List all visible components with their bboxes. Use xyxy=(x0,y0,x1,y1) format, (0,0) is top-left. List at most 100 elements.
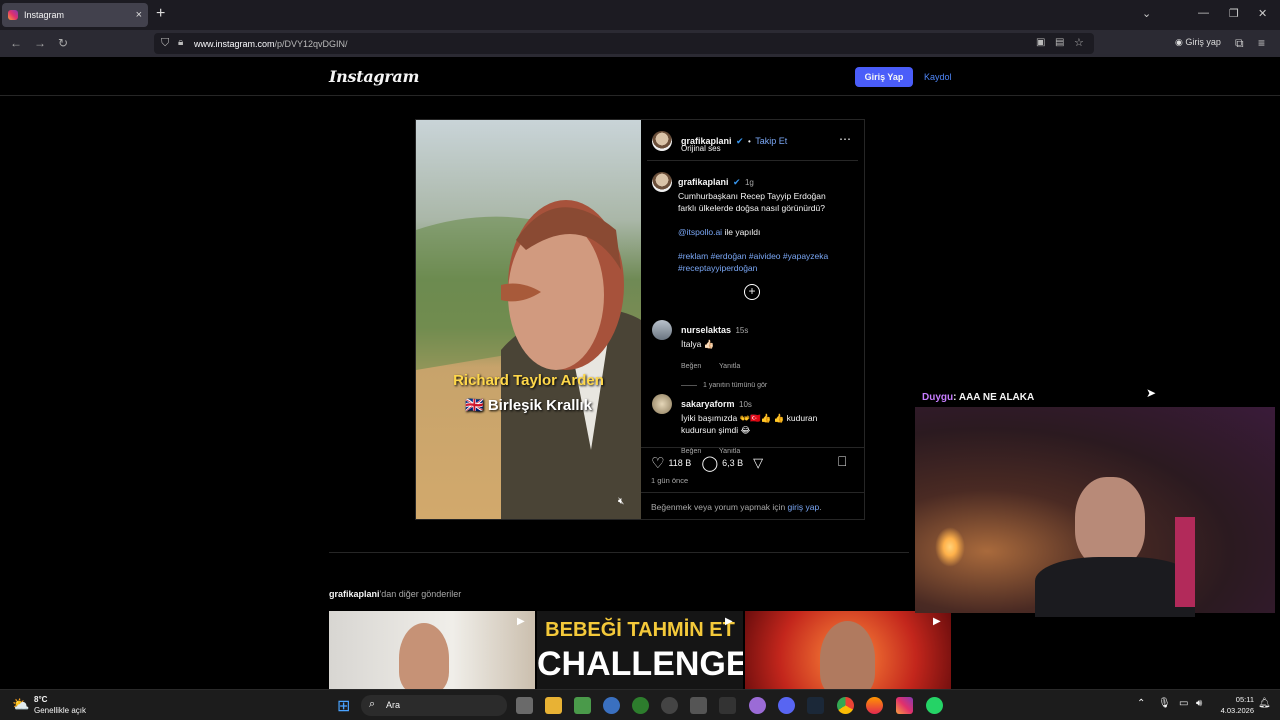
browser-tab[interactable]: Instagram × xyxy=(2,3,148,27)
extensions-icon[interactable]: ⧉ xyxy=(1235,36,1244,51)
start-icon[interactable]: ⊞ xyxy=(337,696,350,716)
instagram-logo[interactable]: Instagram xyxy=(329,67,419,86)
steam-icon[interactable] xyxy=(807,697,824,714)
notepad-icon[interactable] xyxy=(574,697,591,714)
account-signin[interactable]: ◉ Giriş yap xyxy=(1175,37,1221,48)
window-close-icon[interactable]: ✕ xyxy=(1258,7,1267,20)
volume-icon[interactable]: 🔊︎ xyxy=(1196,698,1202,709)
forward-icon[interactable]: → xyxy=(34,36,46,50)
reel-icon: ▶ xyxy=(725,616,733,627)
comment-1-view-replies[interactable]: 1 yanıtın tümünü gör xyxy=(703,382,767,389)
weather-icon[interactable]: ⛅ xyxy=(12,696,29,713)
windows-taskbar: ⛅ 8°C Genellikle açık ⊞ ⌕ Ara ⌃ 🎙︎ ▭ 🔊︎ … xyxy=(0,689,1280,720)
share-icon[interactable]: ▽ xyxy=(753,455,763,471)
tab-close-icon[interactable]: × xyxy=(136,9,142,21)
whatsapp-icon[interactable] xyxy=(926,697,943,714)
picture-in-picture-icon[interactable]: ▣ xyxy=(1036,37,1045,48)
prompt-divider xyxy=(641,492,864,493)
reader-view-icon[interactable]: ▤ xyxy=(1055,37,1064,48)
discord-icon[interactable] xyxy=(778,697,795,714)
app-purple-icon[interactable] xyxy=(749,697,766,714)
task-view-icon[interactable] xyxy=(516,697,533,714)
likes-count[interactable]: 118 B xyxy=(668,458,691,468)
comment-1-avatar[interactable] xyxy=(652,320,672,340)
instagram-app-icon[interactable] xyxy=(896,697,913,714)
capcut-icon[interactable] xyxy=(719,697,736,714)
taskbar-search[interactable]: ⌕ Ara xyxy=(361,695,507,716)
lock-icon[interactable]: 🔒︎ xyxy=(178,37,183,48)
reload-icon[interactable]: ↻ xyxy=(58,36,68,50)
menu-icon[interactable]: ≡ xyxy=(1258,36,1265,50)
comment-2-text: İyiki başımızda 👐🇹🇷👍 👍 kuduran xyxy=(681,413,818,423)
app-icon[interactable] xyxy=(690,697,707,714)
settings-icon[interactable] xyxy=(603,697,620,714)
signup-link[interactable]: Kaydol xyxy=(924,72,952,82)
restore-icon[interactable]: ❐ xyxy=(1229,7,1239,20)
caption: grafikaplani ✔ 1g Cumhurbaşkanı Recep Ta… xyxy=(678,172,858,274)
post-sidebar: grafikaplani ✔ • Takip Et Orijinal ses ⋯… xyxy=(641,120,864,519)
caption-time: 1g xyxy=(744,178,754,187)
comment-2-user[interactable]: sakaryaform xyxy=(681,399,735,409)
comment-2-avatar[interactable] xyxy=(652,394,672,414)
network-icon[interactable]: ▭ xyxy=(1179,698,1188,709)
stream-chat-message: Duygu: AAA NE ALAKA xyxy=(922,392,1034,403)
reel-icon: ▶ xyxy=(517,616,525,627)
caption-author[interactable]: grafikaplani xyxy=(678,177,729,187)
replies-line xyxy=(681,385,697,386)
audio-label[interactable]: Orijinal ses xyxy=(681,144,721,153)
divider xyxy=(647,160,858,161)
comment-icon[interactable]: ◯ xyxy=(701,454,718,472)
login-prompt-link[interactable]: giriş yap xyxy=(788,502,820,512)
post-video[interactable]: Richard Taylor Arden 🇬🇧 Birleşik Krallık… xyxy=(416,120,641,519)
caption-avatar[interactable] xyxy=(652,172,672,192)
login-prompt: Beğenmek veya yorum yapmak için giriş ya… xyxy=(651,502,822,512)
headset-app-icon[interactable] xyxy=(632,697,649,714)
clock-time[interactable]: 05:11 xyxy=(1216,695,1254,704)
more-post-thumb-2[interactable]: BEBEĞİ TAHMİN ET CHALLENGE ▶ xyxy=(537,611,743,689)
obs-icon[interactable] xyxy=(661,697,678,714)
follow-button[interactable]: Takip Et xyxy=(755,136,787,146)
more-posts-suffix: 'dan diğer gönderiler xyxy=(379,589,462,599)
chrome-icon[interactable] xyxy=(837,697,854,714)
minimize-icon[interactable]: — xyxy=(1198,7,1209,19)
comment-1-text: İtalya 👍🏻 xyxy=(681,339,715,349)
firefox-icon[interactable] xyxy=(866,697,883,714)
save-icon[interactable]: ⎕ xyxy=(838,453,846,470)
more-posts-author[interactable]: grafikaplani xyxy=(329,589,380,599)
comment-1-like[interactable]: Beğen xyxy=(681,363,701,370)
video-overlay-country: 🇬🇧 Birleşik Krallık xyxy=(416,396,641,414)
login-button[interactable]: Giriş Yap xyxy=(855,67,913,87)
microphone-icon[interactable]: 🎙︎ xyxy=(1158,698,1171,709)
tab-list-chevron-icon[interactable]: ⌄ xyxy=(1142,7,1151,20)
comments-count[interactable]: 6,3 B xyxy=(722,458,743,468)
browser-tab-bar: Instagram × + ⌄ — ❐ ✕ xyxy=(0,0,1280,30)
comment-1: nurselaktas 15s İtalya 👍🏻 Beğen Yanıtla … xyxy=(681,320,767,389)
weather-temp[interactable]: 8°C xyxy=(34,695,47,704)
more-options-icon[interactable]: ⋯ xyxy=(839,132,851,146)
bookmark-star-icon[interactable]: ☆ xyxy=(1074,36,1084,49)
address-bar[interactable]: ⛉ 🔒︎ www.instagram.com /p/DVY12qvDGIN/ ▣… xyxy=(154,33,1094,54)
thumb-2-title: BEBEĞİ TAHMİN ET xyxy=(545,619,735,641)
video-frame-illustration xyxy=(416,200,641,519)
comment-2: sakaryaform 10s İyiki başımızda 👐🇹🇷👍 👍 k… xyxy=(681,394,861,458)
credit-mention[interactable]: @itspollo.ai xyxy=(678,227,722,237)
clock-date[interactable]: 4.03.2026 xyxy=(1210,706,1254,715)
hashtags-line-2[interactable]: #receptayyiperdoğan xyxy=(678,262,858,274)
mute-icon[interactable]: 🔇︎ xyxy=(618,496,624,507)
notification-icon[interactable]: 🔔︎ xyxy=(1258,698,1271,709)
comment-1-user[interactable]: nurselaktas xyxy=(681,325,731,335)
more-post-thumb-3[interactable]: ▶ xyxy=(745,611,951,689)
like-icon[interactable]: ♡ xyxy=(651,454,664,472)
comment-1-reply[interactable]: Yanıtla xyxy=(719,363,740,370)
back-icon[interactable]: ← xyxy=(10,36,22,50)
load-more-comments-icon[interactable]: + xyxy=(744,284,760,300)
more-post-thumb-1[interactable]: ▶ xyxy=(329,611,535,689)
login-prompt-prefix: Beğenmek veya yorum yapmak için xyxy=(651,502,786,512)
hashtags-line-1[interactable]: #reklam #erdoğan #aivideo #yapayzeka xyxy=(678,250,858,262)
new-tab-button[interactable]: + xyxy=(156,5,165,23)
shield-icon[interactable]: ⛉ xyxy=(161,37,169,50)
file-explorer-icon[interactable] xyxy=(545,697,562,714)
tray-chevron-icon[interactable]: ⌃ xyxy=(1137,698,1145,709)
weather-desc[interactable]: Genellikle açık xyxy=(34,706,86,715)
author-avatar[interactable] xyxy=(652,131,672,151)
